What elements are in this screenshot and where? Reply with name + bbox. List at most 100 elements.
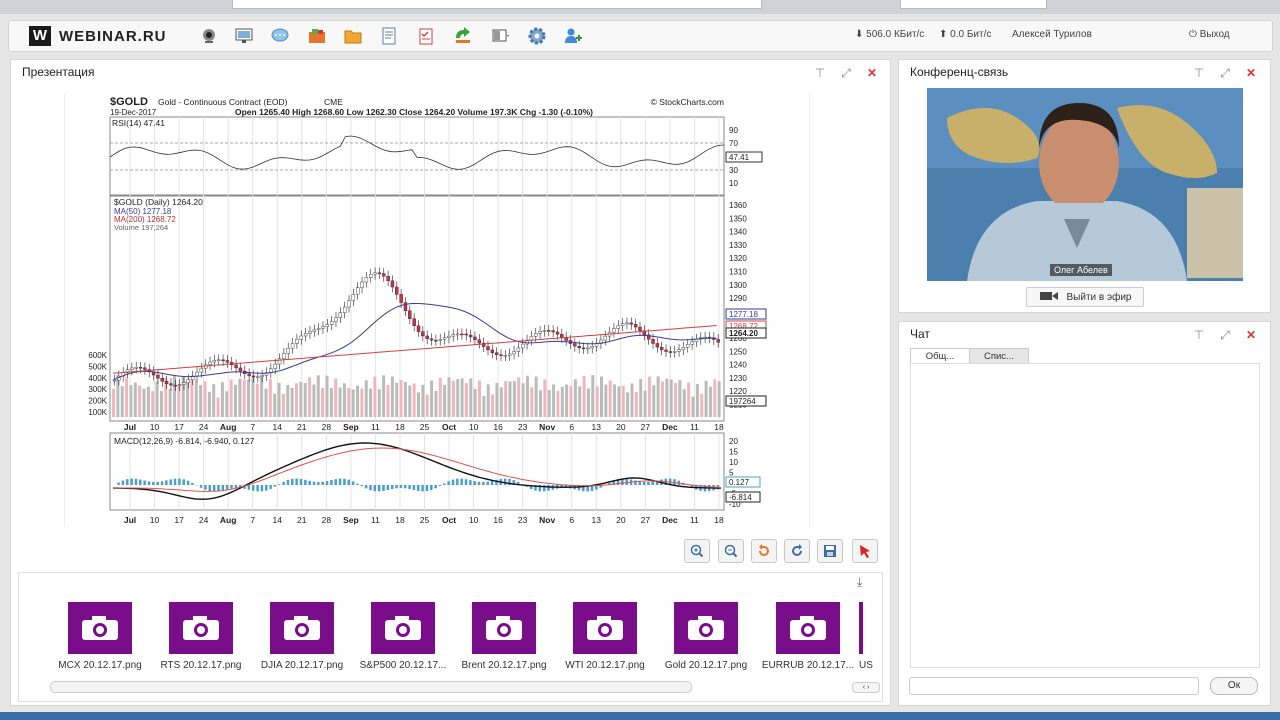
power-icon: ⏻ [1189,29,1197,40]
pin-icon[interactable]: ⊤ [1193,67,1205,79]
fullscreen-icon[interactable]: ⤢ [1219,329,1231,341]
file-thumbnail[interactable]: RTS 20.12.17.png [151,602,251,671]
send-button[interactable]: Ок [1210,677,1258,695]
volume-bar [600,376,603,417]
volume-bar [504,381,508,417]
layout-button[interactable] [487,24,515,48]
macd-histogram-bar [390,485,394,490]
candle-body [295,339,299,344]
webcam-button[interactable] [195,24,223,48]
volume-bar [682,389,686,417]
scroll-arrows[interactable]: ‹ › [852,682,880,693]
chat-input[interactable] [909,677,1199,695]
price-tick: 1310 [729,268,747,277]
fullscreen-icon[interactable]: ⤢ [840,67,852,79]
candle-body [303,333,308,337]
file-thumbnail[interactable]: S&P500 20.12.17... [353,602,453,671]
rotate-right-button[interactable] [784,539,810,563]
macd-histogram-bar [126,479,129,485]
file-thumbnail[interactable]: WTI 20.12.17.png [555,602,655,671]
candle-body [651,339,655,344]
file-thumbnail[interactable]: Brent 20.12.17.png [454,602,554,671]
macd-histogram-bar [351,481,355,485]
file-thumbnail[interactable]: Gold 20.12.17.png [656,602,756,671]
horizontal-scrollbar[interactable] [50,681,692,693]
volume-bar [403,382,407,417]
survey-button[interactable] [412,24,440,48]
candle-body [638,326,642,331]
candle-body [356,287,360,295]
date-tick: Aug [220,515,237,525]
volume-bar [582,375,586,417]
volume-bar [434,390,438,417]
add-user-button[interactable] [559,24,587,48]
volume-bar [643,390,647,417]
tab-general[interactable]: Общ... [910,348,970,364]
macd-histogram-bar [156,481,159,485]
pin-icon[interactable]: ⊤ [1193,329,1205,341]
files-button[interactable] [339,24,367,48]
volume-bar [225,391,229,417]
layout-icon [492,29,509,42]
macd-histogram-bar [399,485,403,489]
browser-search-field[interactable] [900,0,1047,9]
desktop-share-button[interactable] [230,24,258,48]
volume-label: Volume 197,264 [114,223,168,232]
ma50-tag: 1277.18 [729,310,758,319]
volume-bar [395,382,399,417]
rsi-label: RSI(14) 47.41 [112,118,165,128]
pin-icon[interactable]: ⊤ [814,67,826,79]
logout-link[interactable]: ⏻ Выход [1189,29,1230,40]
volume-bar [604,384,608,417]
address-bar[interactable] [232,0,762,9]
file-thumbnail[interactable]: MCX 20.12.17.png [50,602,150,671]
fullscreen-icon[interactable]: ⤢ [1219,67,1231,79]
pointer-button[interactable] [852,539,878,563]
volume-bar [578,386,582,417]
macd-histogram-bar [225,485,229,490]
close-icon[interactable]: ✕ [1245,67,1257,79]
media-button[interactable] [303,24,331,48]
zoom-out-button[interactable] [718,539,744,563]
date-tick: 20 [616,422,626,432]
pointer-icon [860,545,870,558]
volume-bar [700,393,704,417]
volume-bar [565,384,569,417]
candle-body [347,300,351,308]
chat-button[interactable] [266,24,294,48]
macd-histogram-bar [308,480,311,485]
candle-body [177,384,182,386]
volume-bar [482,396,486,417]
save-button[interactable] [817,539,843,563]
candle-body [373,272,377,275]
macd-histogram-bar [451,479,455,485]
tab-participants[interactable]: Спис... [969,348,1029,364]
volume-bar [486,384,490,417]
zoom-in-button[interactable] [684,539,710,563]
candle-body [273,363,277,369]
candle-body [616,325,620,329]
upload-arrow-icon: ⬆ [939,29,948,40]
rotate-left-button[interactable] [751,539,777,563]
candle-body [673,351,677,353]
candle-body [551,330,555,333]
file-thumbnail[interactable]: DJIA 20.12.17.png [252,602,352,671]
video-feed [927,88,1243,281]
file-thumbnail[interactable]: EURRUB 20.12.17... [758,602,858,671]
webcam-icon [203,29,215,43]
macd-histogram-bar [304,479,307,485]
macd-histogram-bar [282,481,285,485]
volume-bar [364,380,368,417]
settings-button[interactable] [523,24,551,48]
date-tick: 16 [493,515,503,525]
candle-body [655,343,660,348]
macd-histogram-bar [464,479,468,485]
go-on-air-button[interactable]: Выйти в эфир [1026,287,1144,307]
close-icon[interactable]: ✕ [1245,329,1257,341]
macd-histogram-bar [147,481,151,485]
close-icon[interactable]: ✕ [866,67,878,79]
download-icon[interactable]: ⤓ [857,575,862,590]
volume-bar [425,394,429,417]
document-button[interactable] [375,24,403,48]
switch-button[interactable] [449,24,477,48]
